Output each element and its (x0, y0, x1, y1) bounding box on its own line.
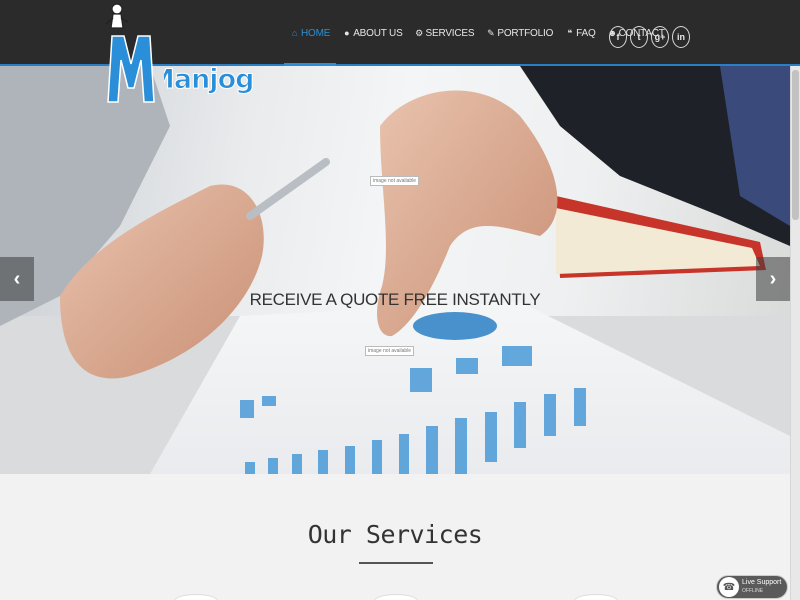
title-divider (359, 562, 433, 564)
hero-caption: RECEIVE A QUOTE FREE INSTANTLY (249, 290, 541, 309)
site-logo[interactable]: Manjog (104, 2, 253, 106)
services-section: Our Services (0, 474, 790, 600)
pencil-icon: ✎ (487, 27, 495, 38)
google-plus-icon[interactable]: g+ (651, 26, 669, 48)
nav-item-label: PORTFOLIO (497, 27, 554, 39)
service-icon-circle (174, 594, 218, 600)
facebook-icon[interactable]: f (609, 26, 627, 48)
live-support-widget[interactable]: ☎ Live Support OFFLINE (716, 575, 788, 599)
nav-item-label: FAQ (576, 27, 596, 39)
nav-item-home[interactable]: ⌂ HOME (284, 0, 337, 66)
slider-prev-button[interactable]: ‹ (0, 257, 34, 301)
chevron-left-icon: ‹ (13, 267, 21, 290)
live-support-status: OFFLINE (742, 588, 764, 594)
scrollbar-thumb[interactable] (792, 70, 799, 220)
twitter-icon[interactable]: t (630, 26, 648, 48)
nav-item-label: HOME (301, 27, 331, 39)
comments-icon: ❝ (567, 27, 572, 38)
chevron-right-icon: › (769, 267, 777, 290)
gears-icon: ⚙ (415, 27, 423, 38)
support-agent-icon: ☎ (719, 577, 739, 597)
broken-image-placeholder: image not available (365, 346, 415, 356)
nav-item-label: ABOUT US (353, 27, 403, 39)
nav-item-services[interactable]: ⚙ SERVICES (409, 0, 481, 66)
nav-item-about-us[interactable]: ● ABOUT US (336, 0, 408, 66)
social-links: f t g+ in (609, 26, 690, 48)
page-scrollbar[interactable] (790, 66, 800, 600)
user-icon: ● (344, 28, 350, 38)
home-icon: ⌂ (291, 28, 298, 38)
hero-slider: image not available image not available … (0, 66, 790, 474)
services-title: Our Services (307, 520, 483, 549)
live-support-label: Live Support (742, 579, 782, 586)
linkedin-icon[interactable]: in (672, 26, 690, 48)
service-icon-circle (574, 594, 618, 600)
broken-image-placeholder: image not available (370, 176, 420, 186)
nav-item-faq[interactable]: ❝ FAQ (559, 0, 601, 66)
nav-item-portfolio[interactable]: ✎ PORTFOLIO (480, 0, 559, 66)
hero-photo (0, 66, 790, 474)
service-icon-circle (374, 594, 418, 600)
nav-item-label: SERVICES (425, 27, 475, 39)
slider-next-button[interactable]: › (756, 257, 790, 301)
